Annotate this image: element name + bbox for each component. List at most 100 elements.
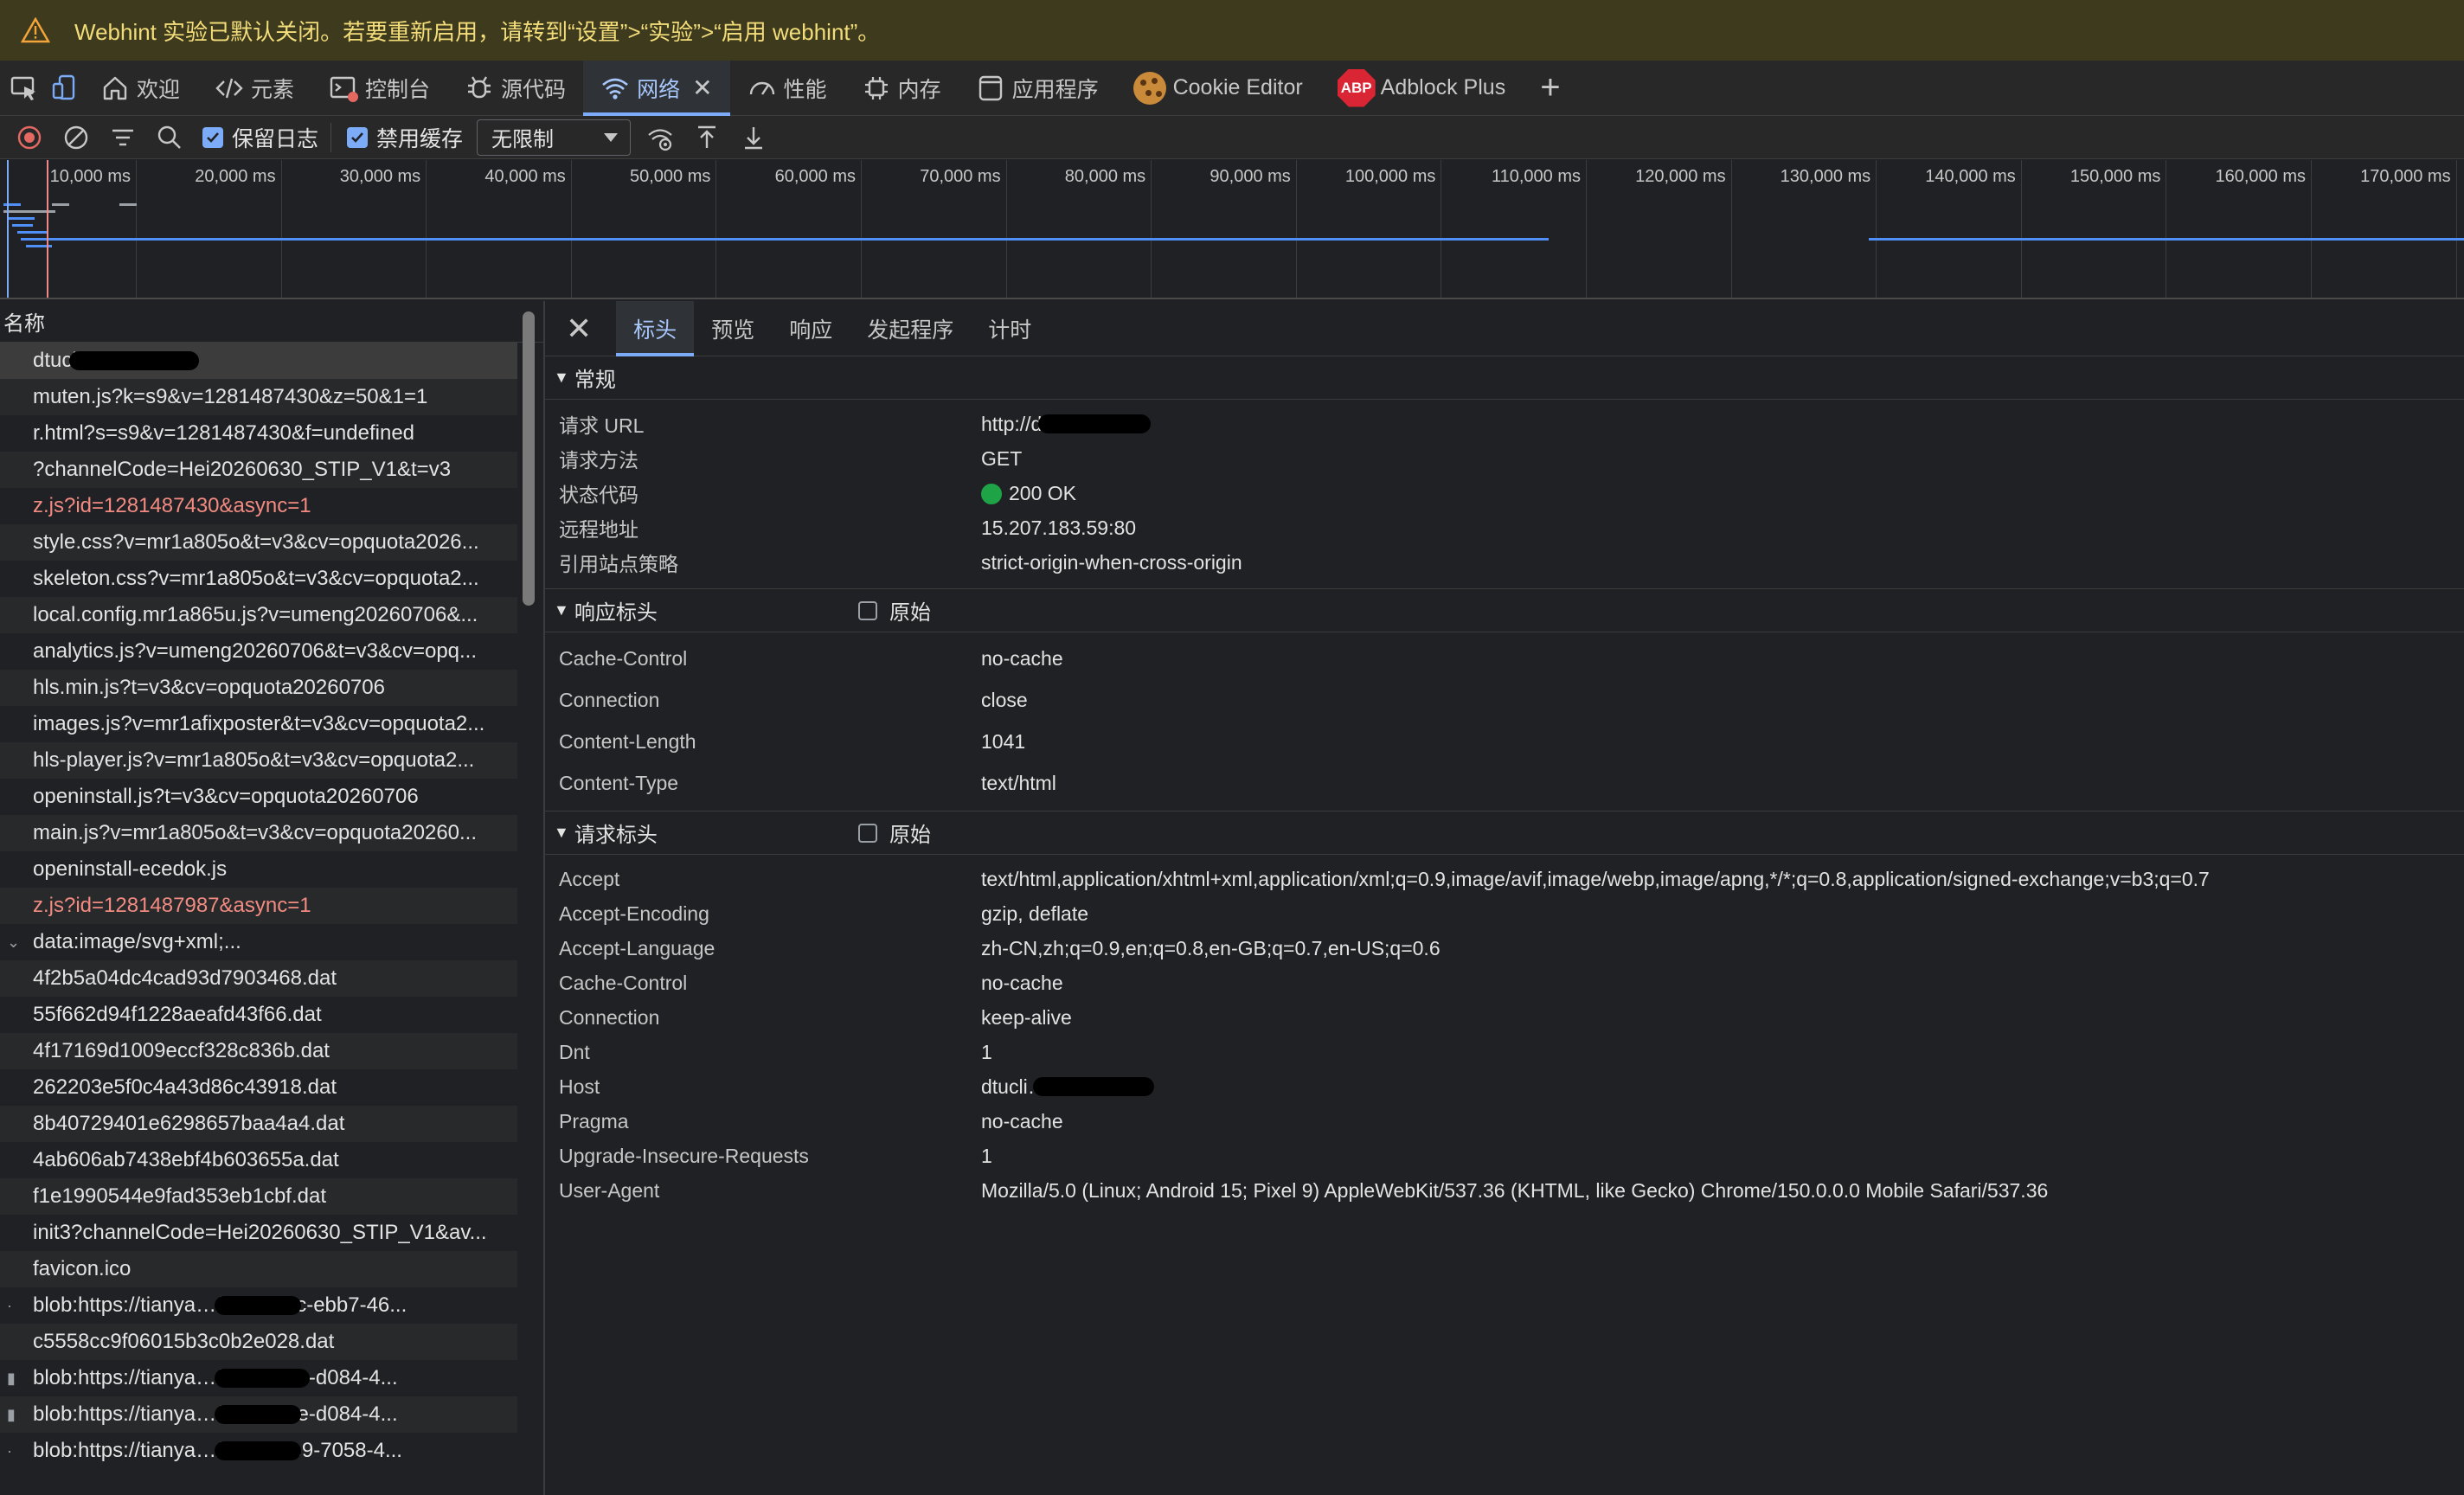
response-headers-header[interactable]: ▼ 响应标头 原始 [545,589,2464,632]
import-har-icon[interactable] [690,120,724,155]
waterfall-bar [9,217,35,220]
request-row[interactable]: z.js?id=1281487987&async=1 [0,888,517,924]
raw-response-headers-checkbox[interactable]: 原始 [858,595,931,626]
tab-elements[interactable]: 元素 [197,61,311,116]
inspect-element-icon[interactable] [7,71,42,106]
header-value[interactable]: zh-CN,zh;q=0.9,en;q=0.8,en-GB;q=0.7,en-U… [981,937,1441,960]
header-value[interactable]: GET [981,447,1022,471]
header-value[interactable]: http://dtucli…m/ [981,413,1151,436]
header-value[interactable]: 15.207.183.59:80 [981,517,1136,540]
request-row[interactable]: ▮blob:https://tianya…/d8a22f5e-d084-4... [0,1396,517,1433]
timeline-tick: 10,000 ms [0,160,137,298]
request-row[interactable]: c5558cc9f06015b3c0b2e028.dat [0,1324,517,1360]
request-row[interactable]: local.config.mr1a865u.js?v=umeng20260706… [0,597,517,633]
request-row[interactable]: openinstall-ecedok.js [0,851,517,888]
network-timeline-overview[interactable]: 170,000 ms 160,000 ms 150,000 ms 140,000 ms… [0,160,2464,299]
status-code-value[interactable]: 200 OK [981,482,1076,505]
clear-icon[interactable] [59,120,93,155]
request-row[interactable]: ·blob:https://tianya…/3c4053e9-7058-4... [0,1433,517,1469]
header-value[interactable]: no-cache [981,647,1063,671]
request-row[interactable]: ▮blob:https://tianya…/d8a22f5e-d084-4... [0,1360,517,1396]
tab-cookie-editor[interactable]: Cookie Editor [1116,61,1320,116]
request-row[interactable]: 4ab606ab7438ebf4b603655a.dat [0,1142,517,1178]
tab-application[interactable]: 应用程序 [959,61,1116,116]
request-row[interactable]: z.js?id=1281487430&async=1 [0,488,517,524]
request-headers-header[interactable]: ▼ 请求标头 原始 [545,812,2464,855]
checkbox-checked-icon [202,126,223,148]
request-row[interactable]: dtucli…com [0,343,517,379]
close-detail-icon[interactable]: ✕ [566,311,592,347]
name-column-header[interactable]: 名称 [0,301,543,343]
request-row[interactable]: 4f2b5a04dc4cad93d7903468.dat [0,960,517,997]
tab-console[interactable]: 控制台 [311,61,447,116]
tab-sources[interactable]: 源代码 [447,61,583,116]
request-name: images.js?v=mr1afixposter&t=v3&cv=opquot… [33,712,485,735]
request-row[interactable]: hls.min.js?t=v3&cv=opquota20260706 [0,670,517,706]
header-value[interactable]: dtucli… [981,1075,1154,1099]
tab-initiator[interactable]: 发起程序 [850,301,971,356]
filter-icon[interactable] [106,120,140,155]
header-value[interactable]: strict-origin-when-cross-origin [981,551,1242,574]
search-icon[interactable] [152,120,187,155]
tab-welcome[interactable]: 欢迎 [83,61,197,116]
request-row[interactable]: init3?channelCode=Hei20260630_STIP_V1&av… [0,1215,517,1251]
request-row[interactable]: ⌄ data:image/svg+xml;... [0,924,517,960]
request-row[interactable]: 262203e5f0c4a43d86c43918.dat [0,1069,517,1106]
throttle-select[interactable]: 无限制 [477,119,632,156]
header-value[interactable]: 1041 [981,730,1025,754]
add-tool-icon[interactable]: + [1540,68,1560,107]
timeline-tick-label: 80,000 ms [1064,167,1146,186]
request-row[interactable]: images.js?v=mr1afixposter&t=v3&cv=opquot… [0,706,517,742]
request-row[interactable]: favicon.ico [0,1251,517,1287]
general-section-header[interactable]: ▼ 常规 [545,356,2464,400]
device-emulation-icon[interactable] [48,71,83,106]
request-list-scrollbar[interactable] [523,311,535,606]
request-row[interactable]: analytics.js?v=umeng20260706&t=v3&cv=opq… [0,633,517,670]
redaction-mark [215,1369,310,1388]
close-tab-icon[interactable]: ✕ [692,74,712,102]
header-value[interactable]: no-cache [981,1110,1063,1133]
request-row[interactable]: openinstall.js?t=v3&cv=opquota20260706 [0,779,517,815]
tab-memory[interactable]: 内存 [844,61,959,116]
header-value[interactable]: keep-alive [981,1006,1072,1030]
request-row[interactable]: ?channelCode=Hei20260630_STIP_V1&t=v3 [0,452,517,488]
request-row[interactable]: r.html?s=s9&v=1281487430&f=undefined [0,415,517,452]
row-indicator-icon: ⌄ [7,933,21,951]
request-row[interactable]: 4f17169d1009eccf328c836b.dat [0,1033,517,1069]
request-row[interactable]: skeleton.css?v=mr1a805o&t=v3&cv=opquota2… [0,561,517,597]
tab-performance[interactable]: 性能 [730,61,844,116]
request-row[interactable]: muten.js?k=s9&v=1281487430&z=50&1=1 [0,379,517,415]
request-row[interactable]: hls-player.js?v=mr1a805o&t=v3&cv=opquota… [0,742,517,779]
header-value[interactable]: 1 [981,1145,992,1168]
timeline-tick-label: 110,000 ms [1491,167,1581,186]
network-conditions-icon[interactable] [643,120,677,155]
tab-timing[interactable]: 计时 [971,301,1049,356]
timeline-tick-label: 10,000 ms [49,167,131,186]
raw-request-headers-checkbox[interactable]: 原始 [858,818,931,848]
header-value[interactable]: close [981,689,1028,712]
preserve-log-checkbox[interactable]: 保留日志 [202,122,318,153]
header-key: Content-Type [559,771,679,794]
timeline-tick-label: 30,000 ms [339,167,421,186]
tab-preview[interactable]: 预览 [694,301,772,356]
request-row[interactable]: 55f662d94f1228aeafd43f66.dat [0,997,517,1033]
request-row[interactable]: f1e1990544e9fad353eb1cbf.dat [0,1178,517,1215]
header-value[interactable]: no-cache [981,972,1063,995]
header-value[interactable]: text/html [981,772,1056,795]
export-har-icon[interactable] [736,120,771,155]
header-row: 请求 URL http://dtucli…m/ [545,407,2464,441]
tab-network[interactable]: 网络 ✕ [583,60,731,116]
header-value[interactable]: gzip, deflate [981,902,1088,926]
record-icon[interactable] [12,120,47,155]
header-value[interactable]: text/html,application/xhtml+xml,applicat… [981,868,2210,891]
request-row[interactable]: style.css?v=mr1a805o&t=v3&cv=opquota2026… [0,524,517,561]
tab-adblock-plus[interactable]: ABP Adblock Plus [1320,61,1524,116]
tab-headers[interactable]: 标头 [616,300,695,356]
request-row[interactable]: ·blob:https://tianya…/1fcea18c-ebb7-46..… [0,1287,517,1324]
request-row[interactable]: 8b40729401e6298657baa4a4.dat [0,1106,517,1142]
request-row[interactable]: main.js?v=mr1a805o&t=v3&cv=opquota20260.… [0,815,517,851]
header-value[interactable]: Mozilla/5.0 (Linux; Android 15; Pixel 9)… [981,1179,2048,1203]
tab-response[interactable]: 响应 [772,301,850,356]
header-value[interactable]: 1 [981,1041,992,1064]
disable-cache-checkbox[interactable]: 禁用缓存 [347,122,463,153]
